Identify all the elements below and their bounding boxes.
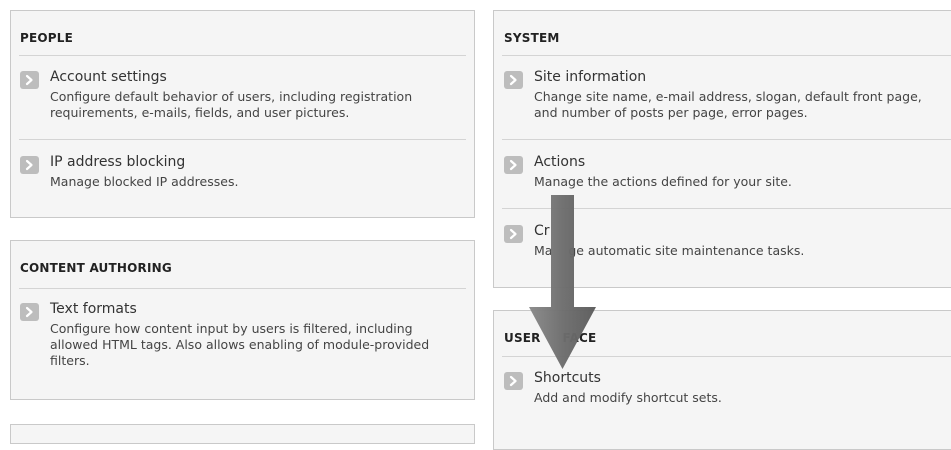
text-formats-desc: Configure how content input by users is … (50, 321, 430, 368)
content-authoring-title: CONTENT AUTHORING (20, 261, 172, 275)
content-authoring-panel: CONTENT AUTHORING Text formats Configure… (10, 240, 475, 400)
chevron-right-icon[interactable] (504, 156, 523, 174)
down-arrow-icon (522, 195, 602, 375)
site-information-link[interactable]: Site information (534, 69, 646, 85)
divider (19, 139, 466, 140)
divider (19, 55, 466, 56)
ip-blocking-link[interactable]: IP address blocking (50, 154, 185, 170)
divider (502, 55, 951, 56)
shortcuts-desc: Add and modify shortcut sets. (534, 390, 722, 405)
chevron-right-icon[interactable] (20, 303, 39, 321)
ip-blocking-desc: Manage blocked IP addresses. (50, 174, 239, 189)
account-settings-link[interactable]: Account settings (50, 69, 167, 85)
divider (19, 288, 466, 289)
site-information-desc: Change site name, e-mail address, slogan… (534, 89, 922, 120)
system-title: SYSTEM (504, 31, 560, 45)
account-settings-desc: Configure default behavior of users, inc… (50, 89, 413, 120)
actions-desc: Manage the actions defined for your site… (534, 174, 792, 189)
partial-panel (10, 424, 475, 444)
chevron-right-icon[interactable] (20, 156, 39, 174)
actions-link[interactable]: Actions (534, 154, 585, 170)
chevron-right-icon[interactable] (504, 71, 523, 89)
people-panel: PEOPLE Account settings Configure defaul… (10, 10, 475, 218)
chevron-right-icon[interactable] (504, 225, 523, 243)
people-title: PEOPLE (20, 31, 74, 45)
divider (502, 139, 951, 140)
chevron-right-icon[interactable] (20, 71, 39, 89)
chevron-right-icon[interactable] (504, 372, 523, 390)
text-formats-link[interactable]: Text formats (50, 301, 137, 317)
